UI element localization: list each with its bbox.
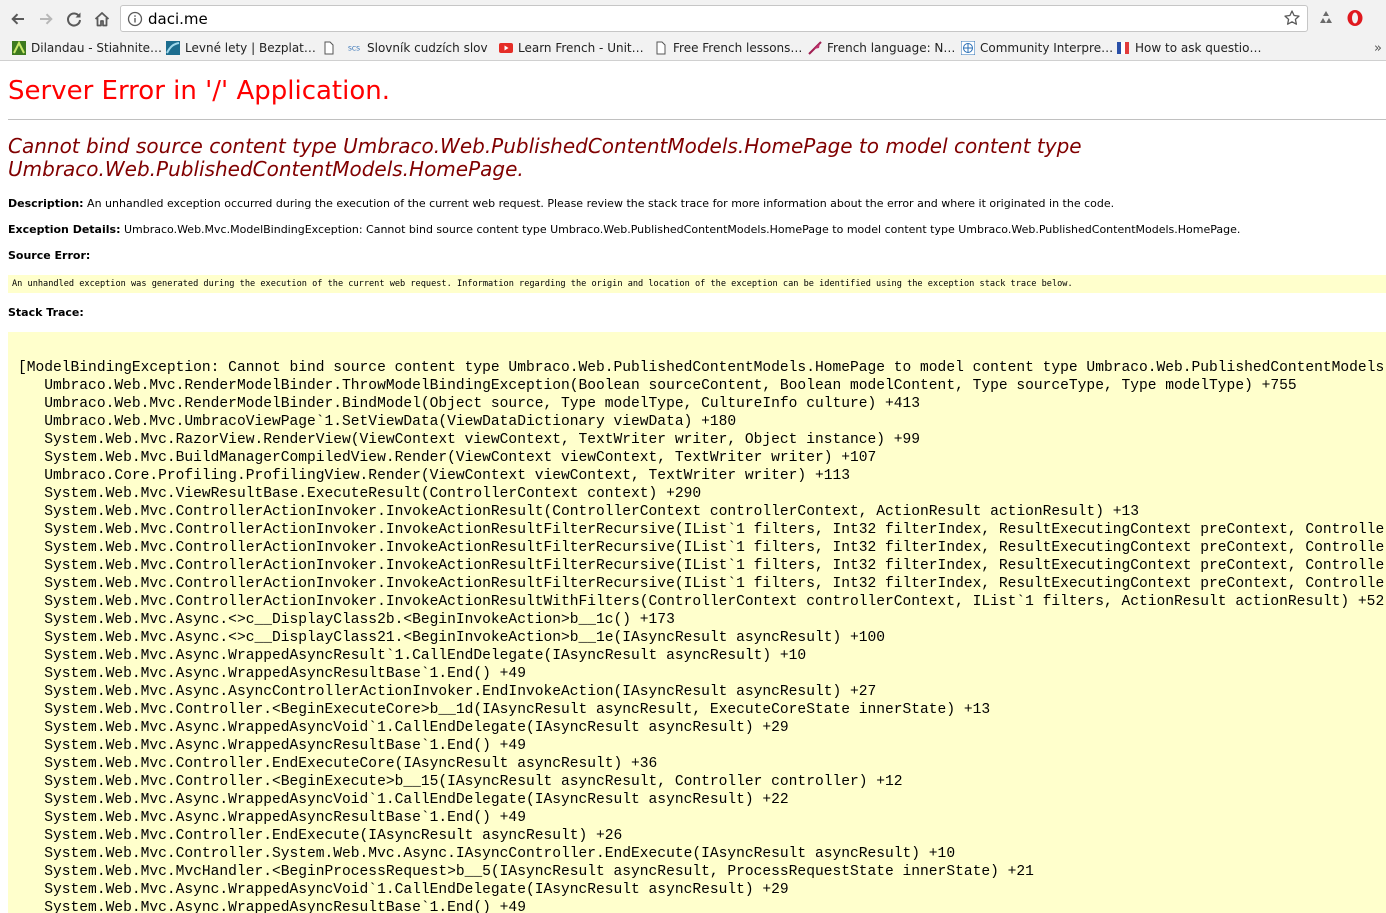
stack-trace-heading: Stack Trace: (8, 306, 84, 319)
back-arrow-icon (11, 13, 24, 25)
back-button[interactable] (6, 7, 30, 31)
flights-icon (166, 41, 180, 55)
stack-trace-text: [ModelBindingException: Cannot bind sour… (18, 360, 1386, 913)
bookmark-label: Free French lessons… (673, 41, 803, 55)
more-bookmarks-button[interactable]: » (1374, 41, 1382, 56)
youtube-icon (499, 43, 513, 53)
bookmark-learn-french[interactable]: Learn French - Unit… (499, 39, 644, 57)
bookmark-label: Community Interpre… (980, 41, 1114, 55)
reload-button[interactable] (62, 7, 86, 31)
page-content: Server Error in '/' Application. Cannot … (8, 61, 1386, 913)
url-text[interactable]: daci.me (148, 10, 208, 28)
bookmark-label: Dilandau - Stiahnite… (31, 41, 163, 55)
source-error-text: An unhandled exception was generated dur… (12, 279, 1073, 289)
exception-text: Umbraco.Web.Mvc.ModelBindingException: C… (123, 223, 1241, 236)
bookmark-label: How to ask questio… (1135, 41, 1262, 55)
browser-toolbar: daci.me (0, 0, 1386, 37)
divider (8, 119, 1386, 120)
bookmark-label: Learn French - Unit… (518, 41, 644, 55)
opera-extension-icon[interactable] (1345, 8, 1365, 28)
description-text: An unhandled exception occurred during t… (87, 197, 1115, 210)
bookmark-label: Levné lety | Bezplat… (185, 41, 316, 55)
description-line: Description: An unhandled exception occu… (8, 197, 1114, 210)
globe-icon (961, 41, 975, 55)
page-title: Server Error in '/' Application. (8, 76, 390, 106)
french-flag-icon (1117, 42, 1129, 54)
bookmark-community[interactable]: Community Interpre… (961, 39, 1113, 57)
bookmark-dilandau[interactable]: Dilandau - Stiahnite… (12, 39, 162, 57)
info-icon[interactable] (127, 11, 143, 27)
bookmarks-bar: Dilandau - Stiahnite… Levné lety | Bezpl… (0, 37, 1386, 61)
dilandau-icon (12, 41, 26, 55)
quill-icon (808, 41, 822, 55)
bookmark-slovnik[interactable]: SCS Slovník cudzích slov (348, 39, 488, 57)
scs-icon: SCS (348, 46, 360, 53)
bookmark-free-french[interactable]: Free French lessons… (654, 39, 802, 57)
svg-text:SCS: SCS (348, 46, 360, 53)
stack-trace-box: [ModelBindingException: Cannot bind sour… (8, 332, 1386, 913)
bookmark-how-to-ask[interactable]: How to ask questio… (1116, 39, 1261, 57)
forward-arrow-icon (40, 13, 53, 25)
forward-button[interactable] (34, 7, 58, 31)
bookmark-label: French language: N… (827, 41, 956, 55)
bookmark-label: Slovník cudzích slov (367, 41, 488, 55)
recycle-extension-icon[interactable] (1316, 8, 1336, 28)
bookmark-french-language[interactable]: French language: N… (808, 39, 955, 57)
document-icon (656, 41, 666, 55)
source-error-heading: Source Error: (8, 249, 90, 262)
exception-details-line: Exception Details: Umbraco.Web.Mvc.Model… (8, 223, 1240, 236)
address-bar[interactable]: daci.me (120, 5, 1308, 32)
exception-label: Exception Details: (8, 223, 121, 236)
home-button[interactable] (90, 7, 114, 31)
bookmark-document[interactable] (322, 39, 341, 57)
bookmark-levne-lety[interactable]: Levné lety | Bezplat… (166, 39, 316, 57)
source-error-box: An unhandled exception was generated dur… (8, 275, 1386, 293)
stack-trace-label: Stack Trace: (8, 306, 84, 319)
error-message: Cannot bind source content type Umbraco.… (8, 134, 1082, 181)
reload-icon (67, 12, 81, 27)
document-icon (324, 41, 334, 55)
description-label: Description: (8, 197, 84, 210)
home-icon (94, 12, 110, 27)
bookmark-star-icon[interactable] (1283, 9, 1301, 27)
source-error-label: Source Error: (8, 249, 91, 262)
